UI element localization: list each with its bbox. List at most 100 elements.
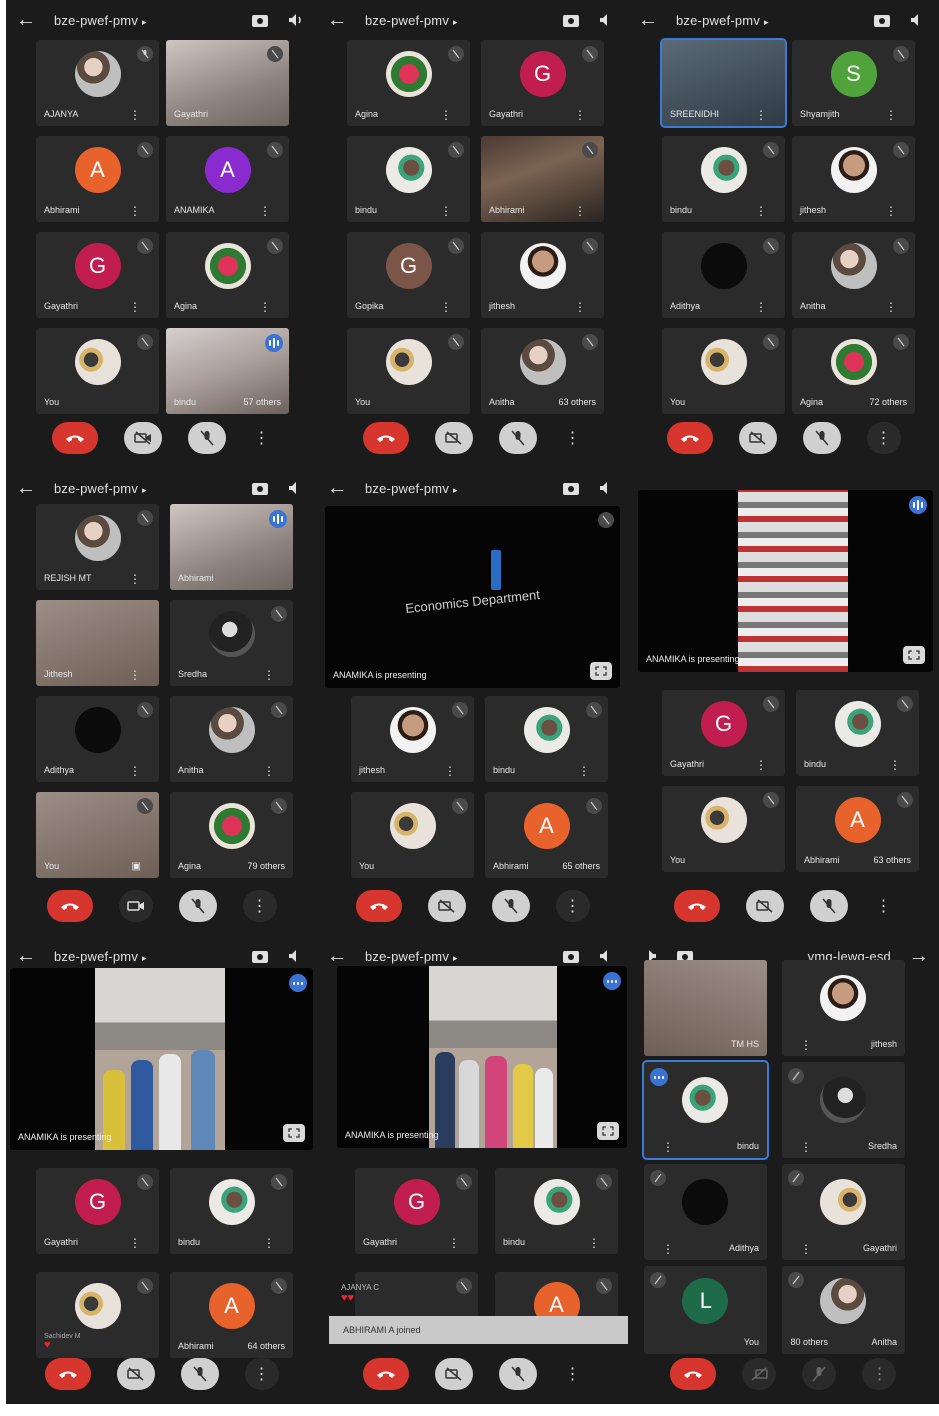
- end-call-button[interactable]: [673, 890, 720, 922]
- others-tile[interactable]: A Abhirami 63 others: [796, 786, 919, 872]
- more-options-icon[interactable]: ⋮: [755, 109, 767, 121]
- participant-tile[interactable]: G Gayathri ⋮: [481, 40, 604, 126]
- more-options-icon[interactable]: ⋮: [259, 301, 271, 313]
- more-options-icon[interactable]: ⋮: [129, 301, 141, 313]
- participant-tile[interactable]: jithesh ⋮: [792, 136, 915, 222]
- self-tile[interactable]: L You: [644, 1266, 767, 1354]
- participant-tile[interactable]: S Shyamjith ⋮: [792, 40, 915, 126]
- mic-off-button[interactable]: [180, 1358, 219, 1390]
- self-tile[interactable]: You: [347, 328, 470, 414]
- speaker-icon[interactable]: [285, 945, 307, 967]
- back-arrow-icon[interactable]: ←: [638, 9, 668, 32]
- participant-tile[interactable]: bindu ⋮: [170, 1168, 293, 1254]
- participant-tile[interactable]: A ANAMIKA ⋮: [166, 136, 289, 222]
- mic-off-button[interactable]: [178, 890, 217, 922]
- fullscreen-icon[interactable]: [903, 646, 925, 664]
- more-options-icon[interactable]: ⋮: [755, 759, 767, 771]
- self-tile[interactable]: You: [351, 792, 474, 878]
- participant-tile[interactable]: Abhirami: [170, 504, 293, 590]
- more-options-icon[interactable]: ⋮: [440, 109, 452, 121]
- participant-tile[interactable]: G Gayathri ⋮: [355, 1168, 478, 1254]
- more-options-icon[interactable]: ⋮: [129, 109, 141, 121]
- more-options-icon[interactable]: ⋮: [263, 669, 275, 681]
- participant-tile[interactable]: G Gayathri ⋮: [662, 690, 785, 776]
- participant-tile[interactable]: Anitha ⋮: [170, 696, 293, 782]
- speaker-icon[interactable]: [907, 9, 929, 31]
- more-options-icon[interactable]: ⋮: [263, 765, 275, 777]
- fullscreen-icon[interactable]: [597, 1122, 619, 1140]
- meeting-code[interactable]: bze-pwef-pmv ▸: [46, 13, 235, 28]
- meeting-code[interactable]: bze-pwef-pmv ▸: [357, 481, 546, 496]
- back-arrow-icon[interactable]: ←: [16, 9, 46, 32]
- switch-camera-icon[interactable]: [560, 945, 582, 967]
- camera-off-button[interactable]: [738, 422, 777, 454]
- more-options-icon[interactable]: ⋮: [574, 301, 586, 313]
- meeting-code[interactable]: bze-pwef-pmv ▸: [357, 13, 546, 28]
- participant-tile[interactable]: TM HS: [644, 960, 767, 1056]
- more-options-icon[interactable]: ⋮: [129, 669, 141, 681]
- fullscreen-icon[interactable]: [590, 662, 612, 680]
- self-tile[interactable]: Sachidev M ♥: [36, 1272, 159, 1358]
- switch-camera-icon[interactable]: [560, 477, 582, 499]
- more-options-icon[interactable]: ⋮: [440, 205, 452, 217]
- more-options-icon[interactable]: ⋮: [889, 759, 901, 771]
- participant-tile[interactable]: jithesh ⋮: [351, 696, 474, 782]
- more-options-icon[interactable]: ⋮: [563, 423, 583, 453]
- more-options-icon[interactable]: ⋮: [574, 109, 586, 121]
- participant-tile[interactable]: Sredha ⋮: [782, 1062, 905, 1158]
- end-call-button[interactable]: [46, 890, 93, 922]
- participant-tile[interactable]: G Gayathri ⋮: [36, 1168, 159, 1254]
- more-options-button[interactable]: ⋮: [862, 1358, 897, 1390]
- speaker-icon[interactable]: [596, 477, 618, 499]
- end-call-button[interactable]: [666, 422, 713, 454]
- participant-tile[interactable]: bindu ⋮: [662, 136, 785, 222]
- meeting-code[interactable]: bze-pwef-pmv ▸: [357, 949, 546, 964]
- camera-off-button[interactable]: [123, 422, 162, 454]
- self-tile[interactable]: You: [662, 786, 785, 872]
- camera-off-button[interactable]: [434, 1358, 473, 1390]
- more-options-icon[interactable]: ⋮: [755, 301, 767, 313]
- more-options-icon[interactable]: ⋮: [755, 205, 767, 217]
- participant-tile[interactable]: Gayathri: [166, 40, 289, 126]
- speaker-icon[interactable]: [285, 477, 307, 499]
- more-options-icon[interactable]: ⋮: [662, 1140, 674, 1154]
- participant-tile[interactable]: Adithya ⋮: [662, 232, 785, 318]
- participant-tile[interactable]: Agina ⋮: [166, 232, 289, 318]
- switch-camera-icon[interactable]: [560, 9, 582, 31]
- more-options-icon[interactable]: ⋮: [129, 573, 141, 585]
- end-call-button[interactable]: [362, 1358, 409, 1390]
- more-options-icon[interactable]: ⋮: [800, 1038, 812, 1052]
- participant-tile[interactable]: jithesh ⋮: [481, 232, 604, 318]
- switch-camera-icon[interactable]: [249, 9, 271, 31]
- mic-off-button[interactable]: [491, 890, 530, 922]
- camera-on-button[interactable]: [118, 890, 153, 922]
- more-options-icon[interactable]: ⋮: [259, 205, 271, 217]
- camera-off-button[interactable]: [427, 890, 466, 922]
- participant-tile[interactable]: bindu ⋮: [495, 1168, 618, 1254]
- participant-tile[interactable]: bindu ⋮: [485, 696, 608, 782]
- participant-tile[interactable]: bindu ⋮: [347, 136, 470, 222]
- more-options-icon[interactable]: ⋮: [800, 1140, 812, 1154]
- switch-camera-icon[interactable]: [871, 9, 893, 31]
- participant-tile[interactable]: Abhirami ⋮: [481, 136, 604, 222]
- speaker-icon[interactable]: [596, 9, 618, 31]
- mic-off-button[interactable]: [187, 422, 226, 454]
- camera-off-button[interactable]: [434, 422, 473, 454]
- more-options-button[interactable]: ⋮: [866, 422, 901, 454]
- participant-tile[interactable]: SREENIDHI ⋮: [660, 38, 787, 128]
- others-tile[interactable]: Agina 72 others: [792, 328, 915, 414]
- more-options-icon[interactable]: ⋮: [874, 891, 894, 921]
- more-options-button[interactable]: ⋮: [242, 890, 277, 922]
- back-arrow-icon[interactable]: ←: [16, 477, 46, 500]
- back-arrow-icon[interactable]: ←: [327, 477, 357, 500]
- switch-camera-icon[interactable]: [249, 945, 271, 967]
- presentation-stage[interactable]: Economics Department ANAMIKA is presenti…: [325, 506, 620, 688]
- more-options-icon[interactable]: ⋮: [885, 301, 897, 313]
- camera-off-button[interactable]: [745, 890, 784, 922]
- participant-tile[interactable]: A Abhirami ⋮: [36, 136, 159, 222]
- more-options-icon[interactable]: ⋮: [662, 1242, 674, 1256]
- others-tile[interactable]: A Abhirami 65 others: [485, 792, 608, 878]
- mic-off-button[interactable]: [498, 1358, 537, 1390]
- end-call-button[interactable]: [51, 422, 98, 454]
- end-call-button[interactable]: [355, 890, 402, 922]
